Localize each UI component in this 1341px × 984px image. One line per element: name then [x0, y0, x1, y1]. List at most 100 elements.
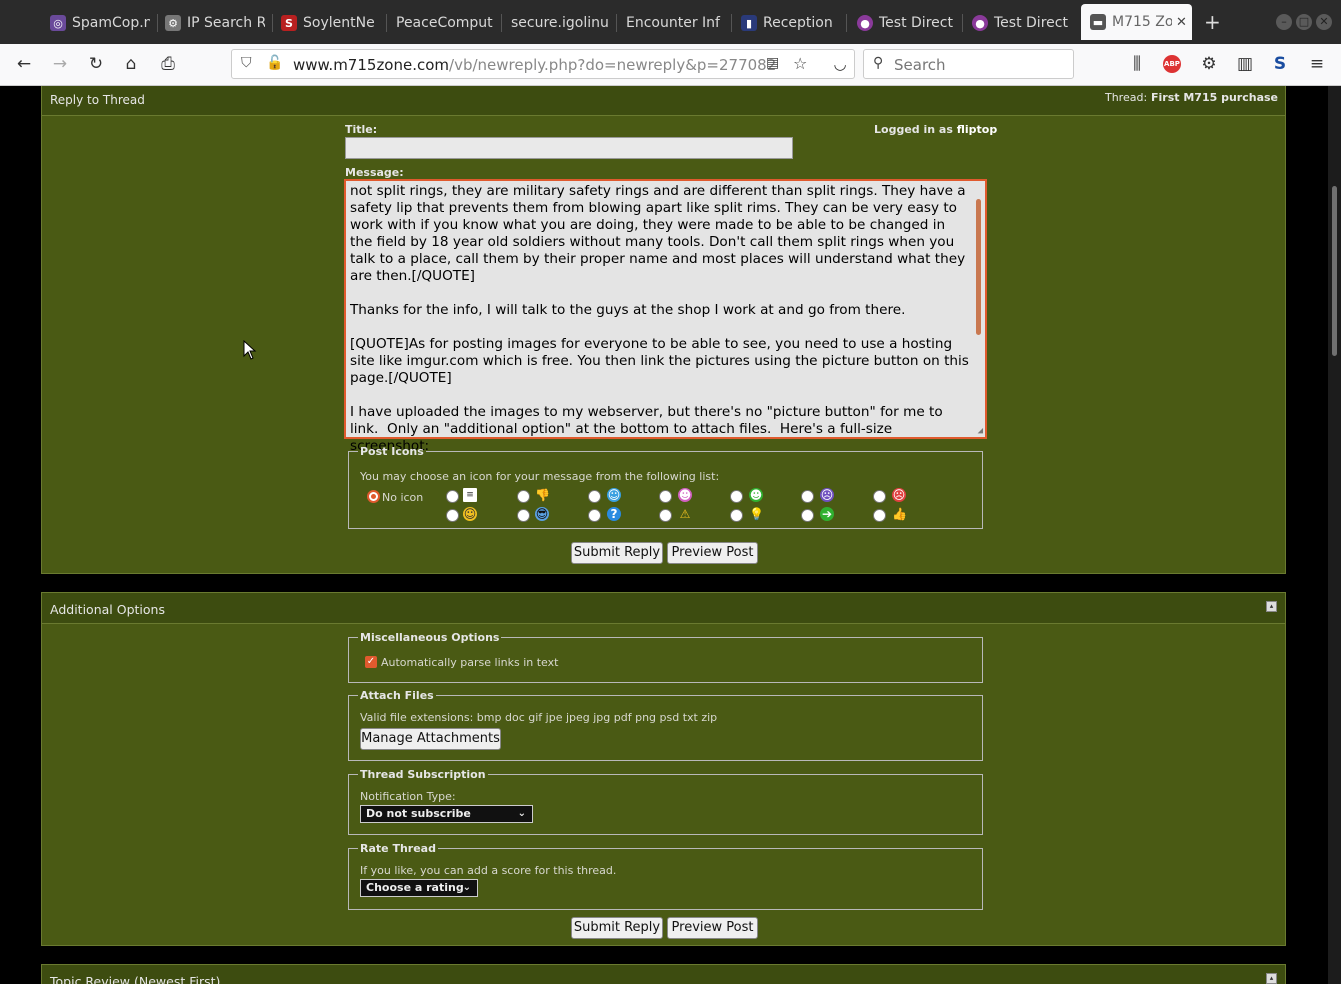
library-icon[interactable]: ⫼: [1127, 54, 1147, 74]
tab-igolinux[interactable]: secure.igolinu: [511, 6, 611, 40]
textarea-scrollbar[interactable]: [976, 199, 981, 335]
menu-icon[interactable]: ≡: [1307, 54, 1327, 74]
radio-icon-grin-pink[interactable]: [659, 490, 672, 503]
adblock-icon[interactable]: ABP: [1163, 55, 1181, 73]
chevron-down-icon: ⌄: [462, 882, 471, 893]
radio-icon-question[interactable]: [588, 509, 601, 522]
thumbs-down-icon: 👎: [535, 488, 550, 502]
angry-red-icon: ☹: [892, 488, 906, 502]
attach-files-fieldset: Attach Files: [348, 689, 983, 761]
parse-links-checkbox[interactable]: ✓: [365, 656, 377, 668]
reader-view-icon[interactable]: ▤: [766, 55, 779, 71]
rating-select[interactable]: Choose a rating ⌄: [360, 879, 478, 897]
s-extension-icon[interactable]: S: [1270, 54, 1290, 74]
close-tab-icon[interactable]: ✕: [1176, 15, 1187, 30]
shield-icon[interactable]: ⛉: [241, 55, 252, 71]
tab-soylentnews[interactable]: S SoylentNe: [281, 6, 381, 40]
home-icon[interactable]: ⌂: [121, 54, 141, 74]
close-window-icon[interactable]: ✕: [1316, 14, 1332, 30]
badge-icon: ▮: [741, 15, 757, 31]
sidebar-icon[interactable]: ▥: [1235, 54, 1255, 74]
tab-reception[interactable]: ▮ Reception: [741, 6, 841, 40]
arrow-right-icon: ➔: [820, 507, 834, 521]
preview-post-button-bottom[interactable]: Preview Post: [667, 917, 758, 939]
search-placeholder: Search: [894, 56, 946, 74]
username-link[interactable]: fliptop: [957, 123, 998, 136]
tab-peacecomputing[interactable]: PeaceComput: [396, 6, 496, 40]
warning-icon: ⚠: [679, 507, 691, 521]
radio-icon-warning[interactable]: [659, 509, 672, 522]
print-icon[interactable]: ⎙: [158, 54, 178, 74]
options-panel-header: Additional Options ▴: [42, 593, 1285, 624]
radio-icon-cool[interactable]: [517, 509, 530, 522]
tab-label: M715 Zo: [1112, 14, 1172, 30]
grin-pink-icon: ☻: [678, 488, 692, 502]
collapse-icon[interactable]: ▴: [1266, 973, 1277, 984]
submit-reply-button-bottom[interactable]: Submit Reply: [571, 917, 663, 939]
no-icon-label: No icon: [382, 491, 424, 504]
reload-icon[interactable]: ↻: [86, 54, 106, 74]
radio-icon-laugh-green[interactable]: [730, 490, 743, 503]
insecure-lock-icon[interactable]: 🔓: [266, 55, 283, 71]
forward-icon[interactable]: →: [50, 54, 70, 74]
back-icon[interactable]: ←: [14, 54, 34, 74]
message-textarea[interactable]: not split rings, they are military safet…: [344, 179, 987, 454]
radio-icon-thumbs-up[interactable]: [873, 509, 886, 522]
new-tab-icon[interactable]: +: [1204, 10, 1221, 34]
pocket-icon[interactable]: ◡: [830, 54, 850, 74]
radio-icon-thumbs-down[interactable]: [517, 490, 530, 503]
page-scrollbar[interactable]: [1328, 86, 1341, 984]
globe-icon: ●: [857, 15, 873, 31]
thread-label: Thread:: [1104, 91, 1148, 104]
question-icon: ?: [607, 507, 621, 521]
tab-spamcop[interactable]: ◎ SpamCop.n: [50, 6, 150, 40]
radio-icon-angry-red[interactable]: [873, 490, 886, 503]
thumbs-up-icon: 👍: [892, 507, 907, 521]
radio-icon-lightbulb[interactable]: [730, 509, 743, 522]
topic-review-panel: Topic Review (Newest First) ▴: [41, 964, 1286, 984]
tab-ip-search[interactable]: ⚙ IP Search R: [165, 6, 265, 40]
radio-icon-arrow-right[interactable]: [801, 509, 814, 522]
post-icons-legend: Post Icons: [360, 445, 424, 458]
search-box[interactable]: ⚲ Search: [863, 49, 1074, 79]
notification-type-select[interactable]: Do not subscribe ⌄: [360, 805, 533, 823]
tab-test-direct-1[interactable]: ● Test Direct: [857, 6, 957, 40]
tab-encounter[interactable]: Encounter Inf: [626, 6, 726, 40]
mouse-cursor-icon: [243, 340, 257, 360]
valid-extensions-text: Valid file extensions: bmp doc gif jpe j…: [360, 711, 718, 724]
tab-m715zone[interactable]: ▬ M715 Zo ✕: [1081, 4, 1192, 40]
laugh-green-icon: ☻: [749, 488, 763, 502]
notification-type-value: Do not subscribe: [366, 807, 471, 820]
radio-icon-smile-blue[interactable]: [588, 490, 601, 503]
parse-links-label: Automatically parse links in text: [381, 656, 559, 669]
additional-options-panel: Additional Options ▴ Miscellaneous Optio…: [41, 592, 1286, 946]
radio-icon-smile-yellow[interactable]: [446, 509, 459, 522]
tab-test-direct-2[interactable]: ● Test Direct: [972, 6, 1072, 40]
preview-post-button[interactable]: Preview Post: [667, 542, 758, 564]
page-content: Reply to Thread Thread: First M715 purch…: [0, 86, 1328, 984]
manage-attachments-button[interactable]: Manage Attachments: [360, 728, 501, 750]
title-input[interactable]: [345, 137, 793, 159]
lightbulb-icon: 💡: [749, 507, 764, 521]
collapse-icon[interactable]: ▴: [1266, 601, 1277, 612]
rate-thread-legend: Rate Thread: [360, 842, 436, 855]
post-icons-hint: You may choose an icon for your message …: [360, 470, 720, 483]
resize-handle-icon[interactable]: ◢: [978, 426, 983, 436]
misc-options-legend: Miscellaneous Options: [360, 631, 500, 644]
panel-title: Topic Review (Newest First): [50, 974, 221, 984]
radio-icon-frown-purple[interactable]: [801, 490, 814, 503]
tab-strip: ◎ SpamCop.n ⚙ IP Search R S SoylentNe Pe…: [0, 0, 1341, 44]
maximize-icon[interactable]: □: [1296, 14, 1312, 30]
thread-title[interactable]: First M715 purchase: [1151, 91, 1278, 104]
page-scrollbar-thumb[interactable]: [1332, 186, 1337, 356]
radio-icon-document[interactable]: [446, 490, 459, 503]
globe-icon: ●: [972, 15, 988, 31]
extension-gear-icon[interactable]: ⚙: [1199, 54, 1219, 74]
message-text: not split rings, they are military safet…: [350, 183, 969, 454]
thread-subscription-legend: Thread Subscription: [360, 768, 486, 781]
minimize-icon[interactable]: –: [1276, 14, 1292, 30]
radio-no-icon[interactable]: [367, 490, 380, 503]
submit-reply-button[interactable]: Submit Reply: [571, 542, 663, 564]
bookmark-star-icon[interactable]: ☆: [793, 54, 807, 73]
address-bar[interactable]: ⛉ 🔓 www.m715zone.com/vb/newreply.php?do=…: [231, 49, 855, 79]
